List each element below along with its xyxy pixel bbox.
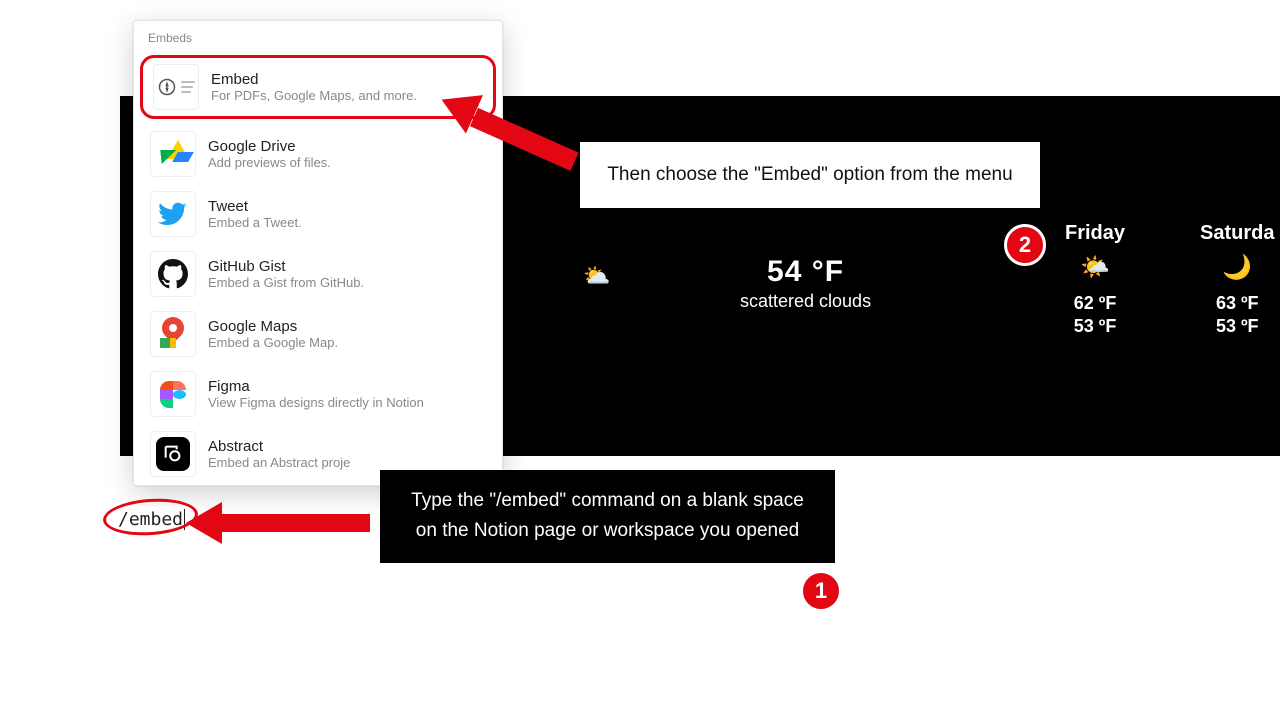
step-badge-2: 2 [1004, 224, 1046, 266]
menu-item-github-gist[interactable]: GitHub Gist Embed a Gist from GitHub. [140, 245, 496, 303]
menu-section-header: Embeds [134, 21, 502, 51]
step-badge-1: 1 [800, 570, 842, 612]
menu-item-title: Figma [208, 378, 424, 395]
partly-cloudy-icon: ⛅ [583, 263, 610, 289]
menu-item-subtitle: Embed a Gist from GitHub. [208, 275, 364, 290]
current-condition: scattered clouds [740, 291, 871, 312]
menu-item-title: Google Maps [208, 318, 338, 335]
google-drive-icon [150, 131, 196, 177]
menu-item-subtitle: Add previews of files. [208, 155, 331, 170]
menu-item-subtitle: For PDFs, Google Maps, and more. [211, 88, 417, 103]
forecast-low: 53 ºF [1065, 315, 1125, 338]
github-icon [150, 251, 196, 297]
current-weather: 54 °F scattered clouds [740, 255, 871, 312]
forecast-saturday: Saturda 🌙 63 ºF 53 ºF [1200, 222, 1274, 337]
menu-item-tweet[interactable]: Tweet Embed a Tweet. [140, 185, 496, 243]
annotation-step2: Then choose the "Embed" option from the … [580, 142, 1040, 208]
menu-item-google-maps[interactable]: Google Maps Embed a Google Map. [140, 305, 496, 363]
figma-icon [150, 371, 196, 417]
forecast-high: 62 ºF [1065, 292, 1125, 315]
annotation-text: Then choose the "Embed" option from the … [607, 164, 1012, 185]
menu-item-title: Tweet [208, 198, 302, 215]
menu-item-figma[interactable]: Figma View Figma designs directly in Not… [140, 365, 496, 423]
moon-icon: 🌙 [1200, 253, 1274, 282]
twitter-icon [150, 191, 196, 237]
forecast-day-label: Friday [1065, 222, 1125, 245]
forecast-low: 53 ºF [1200, 315, 1274, 338]
menu-item-title: GitHub Gist [208, 258, 364, 275]
forecast-day-label: Saturda [1200, 222, 1274, 245]
menu-item-subtitle: View Figma designs directly in Notion [208, 395, 424, 410]
menu-item-subtitle: Embed an Abstract proje [208, 455, 350, 470]
annotation-text: Type the "/embed" command on a blank spa… [411, 490, 804, 541]
sunny-cloud-icon: 🌤️ [1065, 253, 1125, 282]
google-maps-icon [150, 311, 196, 357]
menu-item-title: Embed [211, 71, 417, 88]
menu-item-title: Abstract [208, 438, 350, 455]
menu-item-subtitle: Embed a Google Map. [208, 335, 338, 350]
menu-item-google-drive[interactable]: Google Drive Add previews of files. [140, 125, 496, 183]
forecast-friday: Friday 🌤️ 62 ºF 53 ºF [1065, 222, 1125, 337]
menu-item-subtitle: Embed a Tweet. [208, 215, 302, 230]
abstract-icon [150, 431, 196, 477]
forecast-high: 63 ºF [1200, 292, 1274, 315]
menu-item-title: Google Drive [208, 138, 331, 155]
current-temp: 54 °F [740, 255, 871, 289]
embed-icon [153, 64, 199, 110]
annotation-step1: Type the "/embed" command on a blank spa… [380, 470, 835, 563]
